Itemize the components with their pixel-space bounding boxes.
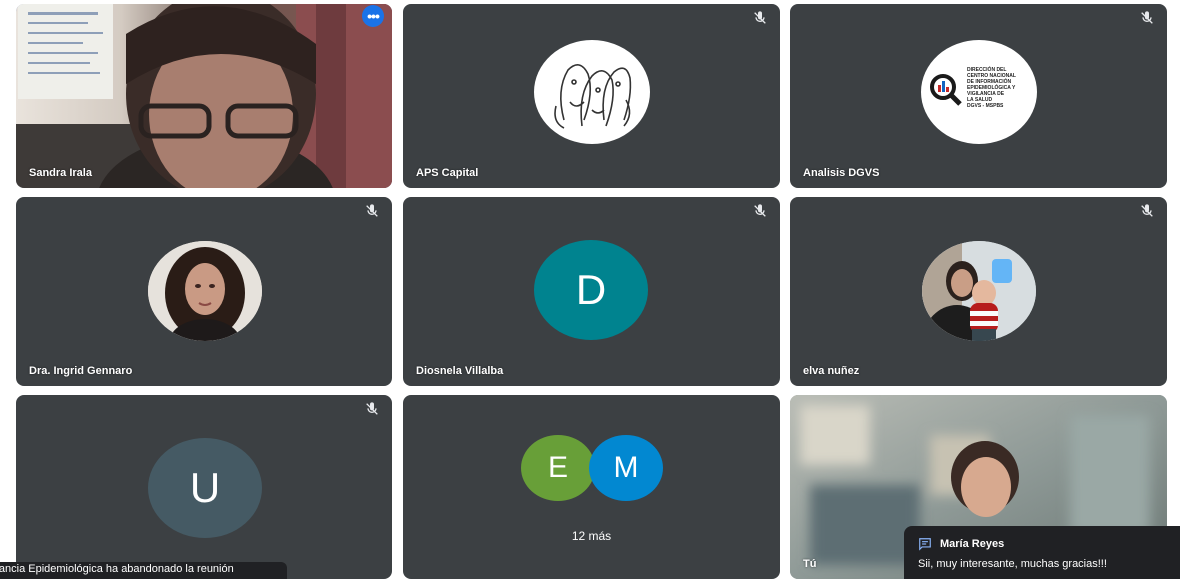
chat-message-popup[interactable]: María Reyes Sii, muy interesante, muchas… bbox=[904, 526, 1180, 579]
video-feed bbox=[16, 4, 392, 188]
profile-photo bbox=[148, 241, 262, 341]
initial-avatar-e: E bbox=[521, 435, 595, 501]
participant-tile-u[interactable]: U bbox=[16, 395, 392, 579]
mic-off-icon bbox=[754, 11, 766, 24]
chat-message-text: Sii, muy interesante, muchas gracias!!! bbox=[918, 558, 1107, 570]
participant-tile-diosnela[interactable]: D Diosnela Villalba bbox=[403, 197, 780, 386]
initial-avatar-m: M bbox=[589, 435, 663, 501]
participant-name: Analisis DGVS bbox=[803, 167, 880, 179]
overflow-participants-tile[interactable]: E M 12 más bbox=[403, 395, 780, 579]
participant-name: Tú bbox=[803, 558, 817, 570]
left-meeting-notification: ilancia Epidemiológica ha abandonado la … bbox=[0, 562, 287, 579]
participant-tile-dgvs[interactable]: DIRECCIÓN DEL CENTRO NACIONAL DE INFORMA… bbox=[790, 4, 1167, 188]
dgvs-logo-text: DIRECCIÓN DEL CENTRO NACIONAL DE INFORMA… bbox=[967, 67, 1016, 109]
participant-name: elva nuñez bbox=[803, 365, 860, 377]
participant-name: Diosnela Villalba bbox=[416, 365, 504, 377]
magnifier-chart-icon bbox=[930, 74, 962, 106]
participant-name: Sandra Irala bbox=[29, 167, 92, 179]
chat-sender: María Reyes bbox=[940, 538, 1005, 550]
mic-off-icon bbox=[1141, 11, 1153, 24]
mic-off-icon bbox=[366, 402, 378, 415]
participant-tile-aps[interactable]: APS Capital bbox=[403, 4, 780, 188]
chat-icon bbox=[919, 538, 931, 551]
participant-tile-elva[interactable]: elva nuñez bbox=[790, 197, 1167, 386]
mic-off-icon bbox=[1141, 204, 1153, 217]
profile-photo bbox=[922, 241, 1036, 341]
participant-name: Dra. Ingrid Gennaro bbox=[29, 365, 133, 377]
overflow-count-label: 12 más bbox=[571, 529, 612, 543]
mic-off-icon bbox=[366, 204, 378, 217]
more-options-icon[interactable]: ••• bbox=[362, 5, 384, 27]
participant-name: APS Capital bbox=[416, 167, 479, 179]
mic-off-icon bbox=[754, 204, 766, 217]
dgvs-logo-avatar: DIRECCIÓN DEL CENTRO NACIONAL DE INFORMA… bbox=[921, 40, 1037, 144]
portrait-image bbox=[922, 241, 1036, 341]
meeting-grid: ••• Sandra Irala APS Capital DIRECCIÓN D… bbox=[0, 0, 1188, 579]
initial-avatar-d: D bbox=[534, 240, 648, 340]
initial-avatar-u: U bbox=[148, 438, 262, 538]
participant-tile-sandra[interactable]: ••• Sandra Irala bbox=[16, 4, 392, 188]
portrait-image bbox=[148, 241, 262, 341]
aps-logo-avatar bbox=[534, 40, 650, 144]
participant-tile-ingrid[interactable]: Dra. Ingrid Gennaro bbox=[16, 197, 392, 386]
doctors-illustration-icon bbox=[554, 64, 632, 129]
